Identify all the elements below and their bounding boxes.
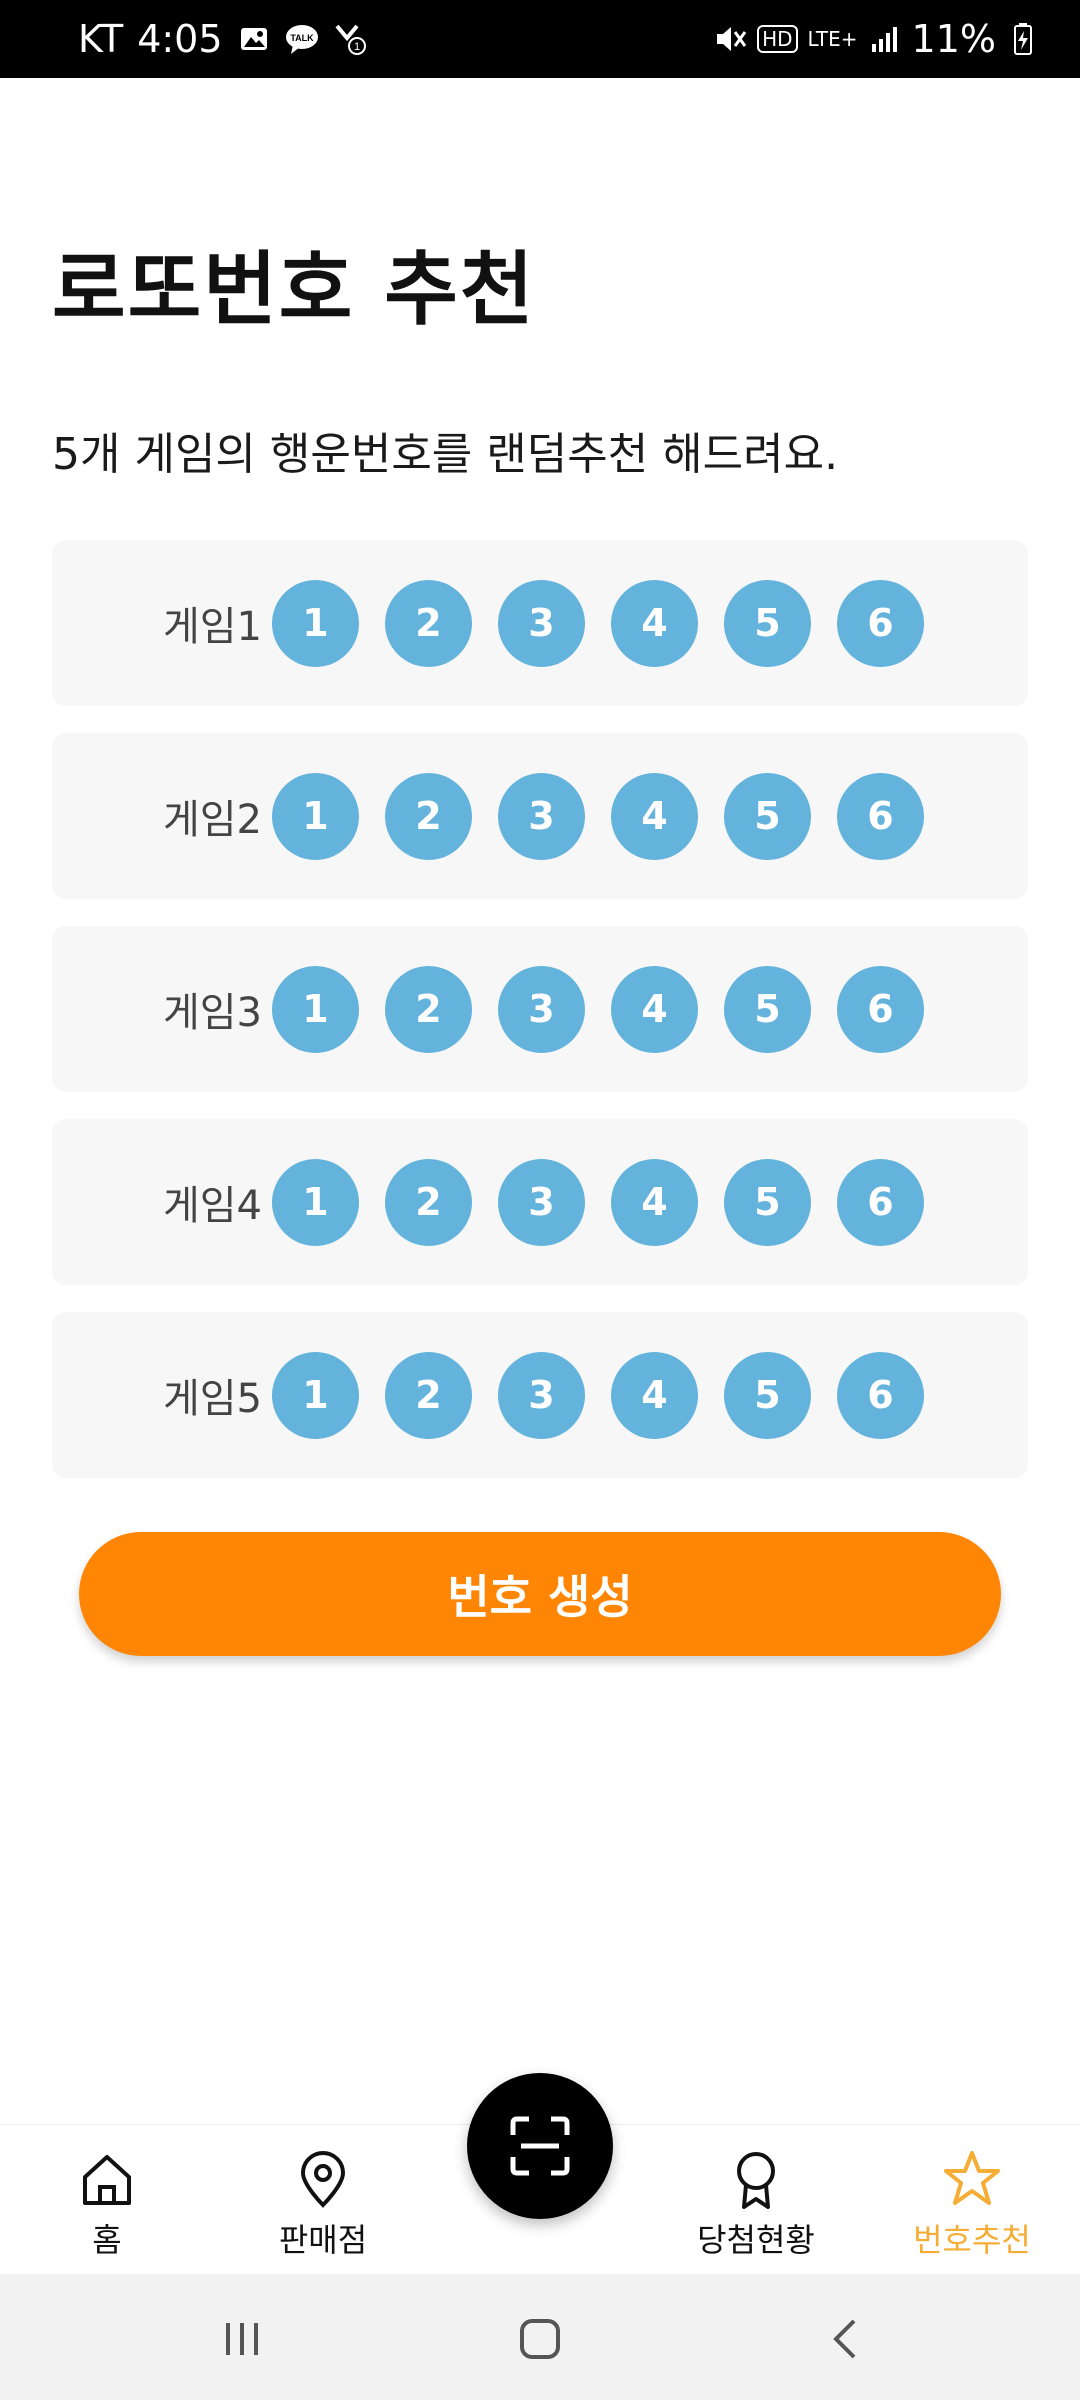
number-ball: 4 [611,965,698,1053]
back-button[interactable] [816,2309,876,2369]
game-label: 게임3 [162,990,262,1036]
number-ball: 1 [272,965,359,1053]
location-pin-icon [300,2151,346,2208]
image-icon [237,22,271,56]
nav-label-stores: 판매점 [278,2221,368,2259]
nav-item-stores[interactable]: 판매점 [233,2149,413,2269]
game-row-2: 게임2 1 2 3 4 5 6 [52,733,1028,899]
number-ball: 5 [724,1351,811,1439]
page-title: 로또번호 추천 [52,243,536,336]
game-label: 게임1 [162,604,262,650]
signal-icon [868,22,902,56]
recent-apps-icon [226,2323,258,2355]
number-ball: 6 [837,579,924,667]
game-row-5: 게임5 1 2 3 4 5 6 [52,1312,1028,1478]
game-label: 게임5 [162,1376,262,1422]
page-subtitle: 5개 게임의 행운번호를 랜덤추천 해드려요. [52,429,839,480]
nav-item-winning-status[interactable]: 당첨현황 [666,2149,846,2269]
carrier-label: KT [78,17,124,61]
number-ball: 4 [611,1351,698,1439]
number-balls: 1 2 3 4 5 6 [272,772,924,860]
number-ball: 2 [385,1158,472,1246]
home-system-button[interactable] [510,2309,570,2369]
number-balls: 1 2 3 4 5 6 [272,965,924,1053]
number-ball: 2 [385,772,472,860]
number-ball: 1 [272,772,359,860]
number-ball: 2 [385,1351,472,1439]
number-balls: 1 2 3 4 5 6 [272,579,924,667]
number-ball: 4 [611,1158,698,1246]
nav-item-number-recommend[interactable]: 번호추천 [882,2149,1062,2269]
number-ball: 6 [837,1351,924,1439]
number-ball: 4 [611,772,698,860]
svg-text:1: 1 [353,41,359,53]
missed-call-icon: 1 [333,22,367,56]
number-ball: 2 [385,965,472,1053]
star-icon [944,2151,1000,2205]
home-square-icon [520,2319,560,2359]
nav-label-winning-status: 당첨현황 [697,2221,815,2259]
game-row-3: 게임3 1 2 3 4 5 6 [52,926,1028,1092]
game-row-1: 게임1 1 2 3 4 5 6 [52,540,1028,706]
kakaotalk-icon: TALK [285,22,319,56]
clock-time: 4:05 [137,17,223,61]
number-ball: 6 [837,965,924,1053]
nav-label-home: 홈 [92,2221,122,2259]
game-row-4: 게임4 1 2 3 4 5 6 [52,1119,1028,1285]
number-balls: 1 2 3 4 5 6 [272,1158,924,1246]
battery-percent: 11% [911,17,996,61]
system-nav-bar [0,2274,1080,2400]
number-ball: 5 [724,965,811,1053]
number-ball: 5 [724,772,811,860]
mute-icon [713,22,747,56]
number-ball: 3 [498,772,585,860]
lte-icon: LTE+ [807,27,858,51]
game-label: 게임4 [162,1183,262,1229]
number-ball: 2 [385,579,472,667]
nav-item-home[interactable]: 홈 [17,2149,197,2269]
number-ball: 4 [611,579,698,667]
battery-charging-icon [1006,22,1040,56]
number-ball: 3 [498,579,585,667]
home-icon [83,2155,131,2205]
number-ball: 5 [724,579,811,667]
talk-label: TALK [290,33,314,43]
recent-apps-button[interactable] [212,2309,272,2369]
number-ball: 6 [837,1158,924,1246]
number-ball: 6 [837,772,924,860]
number-ball: 3 [498,965,585,1053]
number-ball: 1 [272,1351,359,1439]
generate-numbers-button[interactable]: 번호 생성 [79,1532,1001,1656]
number-ball: 3 [498,1158,585,1246]
status-bar: KT 4:05 TALK 1 HD LTE+ 11% [0,0,1080,78]
scan-qr-button[interactable] [467,2073,613,2219]
number-ball: 1 [272,579,359,667]
number-ball: 1 [272,1158,359,1246]
scan-icon [510,2116,570,2176]
game-list: 게임1 1 2 3 4 5 6 게임2 1 2 3 4 5 6 게임3 1 2 … [52,540,1028,1505]
number-ball: 3 [498,1351,585,1439]
back-chevron-icon [833,2319,856,2359]
game-label: 게임2 [162,797,262,843]
hd-icon: HD [757,25,798,53]
nav-label-number-recommend: 번호추천 [913,2221,1031,2259]
number-ball: 5 [724,1158,811,1246]
number-balls: 1 2 3 4 5 6 [272,1351,924,1439]
award-ribbon-icon [737,2152,775,2209]
